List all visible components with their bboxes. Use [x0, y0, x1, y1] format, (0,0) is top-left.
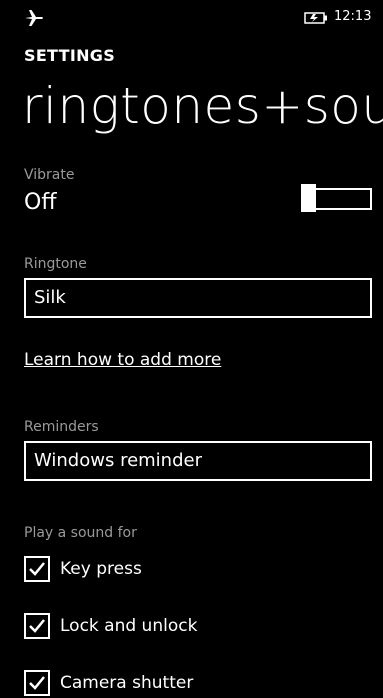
vibrate-value: Off [24, 190, 57, 215]
lock-and-unlock-label: Lock and unlock [60, 616, 198, 636]
status-bar: 12:13 [0, 0, 383, 36]
learn-how-to-add-more-link[interactable]: Learn how to add more [24, 349, 221, 371]
reminders-label: Reminders [24, 419, 99, 435]
toggle-thumb [301, 184, 316, 212]
status-time: 12:13 [334, 9, 372, 24]
ringtone-label: Ringtone [24, 256, 87, 272]
checkmark-icon [29, 619, 45, 633]
page-title: ringtones+sou [22, 77, 383, 135]
reminders-picker[interactable]: Windows reminder [24, 441, 372, 481]
camera-shutter-checkbox[interactable] [24, 670, 50, 696]
lock-and-unlock-checkbox[interactable] [24, 613, 50, 639]
ringtone-value: Silk [34, 287, 66, 308]
ringtone-picker[interactable]: Silk [24, 278, 372, 318]
key-press-label: Key press [60, 559, 142, 579]
toggle-track [313, 188, 372, 210]
battery-icon [304, 12, 327, 24]
vibrate-toggle[interactable] [299, 184, 372, 212]
reminders-value: Windows reminder [34, 450, 202, 471]
checkmark-icon [29, 676, 45, 690]
airplane-mode-icon [25, 10, 43, 26]
play-sound-label: Play a sound for [24, 525, 137, 541]
app-title: SETTINGS [24, 46, 116, 65]
vibrate-label: Vibrate [24, 167, 75, 183]
checkmark-icon [29, 562, 45, 576]
camera-shutter-label: Camera shutter [60, 673, 194, 693]
key-press-checkbox[interactable] [24, 556, 50, 582]
